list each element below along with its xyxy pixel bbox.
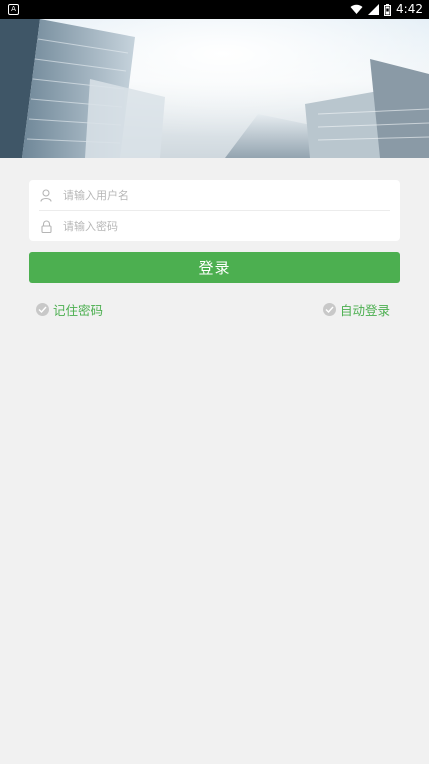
login-button[interactable]: 登录 bbox=[29, 252, 400, 283]
banner-image bbox=[0, 19, 429, 158]
username-row bbox=[29, 180, 400, 210]
city-building-illustration bbox=[0, 19, 429, 158]
signal-icon bbox=[368, 4, 380, 15]
remember-password-label: 记住密码 bbox=[53, 303, 104, 318]
battery-icon bbox=[384, 3, 392, 16]
password-input[interactable] bbox=[63, 219, 363, 233]
login-form bbox=[29, 180, 400, 241]
remember-password-toggle[interactable]: 记住密码 bbox=[36, 300, 103, 319]
status-time: 4:42 bbox=[396, 2, 423, 16]
password-row bbox=[29, 211, 400, 241]
auto-login-label: 自动登录 bbox=[340, 303, 391, 318]
username-input[interactable] bbox=[63, 188, 363, 202]
user-icon bbox=[29, 188, 63, 202]
status-icons: 4:42 bbox=[350, 2, 423, 17]
check-circle-icon bbox=[323, 303, 336, 316]
check-circle-icon bbox=[36, 303, 49, 316]
app-notification-icon: A bbox=[8, 4, 19, 15]
lock-icon bbox=[29, 220, 63, 233]
auto-login-toggle[interactable]: 自动登录 bbox=[323, 300, 390, 319]
status-bar: A 4:42 bbox=[0, 0, 429, 19]
wifi-icon bbox=[350, 4, 363, 14]
